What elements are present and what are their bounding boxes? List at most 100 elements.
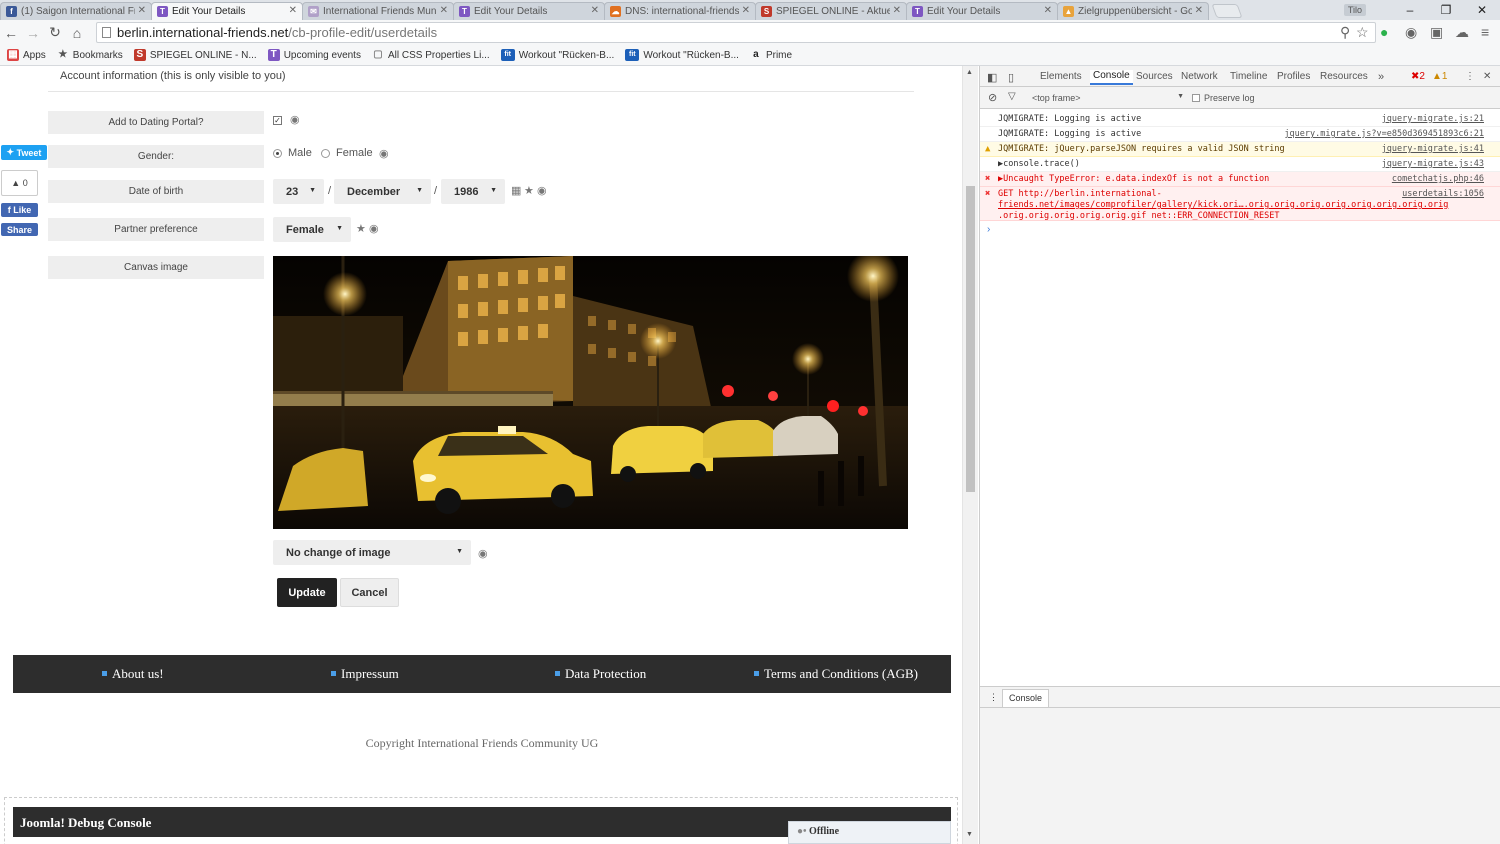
visibility-icon[interactable]: ◉ <box>369 222 379 235</box>
like-counter[interactable]: ▲ 0 <box>1 170 38 196</box>
close-tab-icon[interactable]: ✕ <box>289 5 297 16</box>
bookmark-star-icon[interactable]: ☆ <box>1356 24 1369 41</box>
console-source-link[interactable]: userdetails:1056 <box>1402 189 1484 200</box>
console-message[interactable]: JQMIGRATE: Logging is active jquery.migra… <box>980 127 1500 142</box>
bookmark-item[interactable]: ▢ All CSS Properties Li... <box>372 49 489 61</box>
bookmark-item[interactable]: S SPIEGEL ONLINE - N... <box>133 49 257 61</box>
devtools-tab-timeline[interactable]: Timeline <box>1230 71 1267 82</box>
scroll-up-icon[interactable]: ▲ <box>966 69 973 76</box>
dating-portal-checkbox[interactable]: ✓ <box>273 116 282 125</box>
footer-link-impressum[interactable]: Impressum <box>331 666 399 682</box>
extension-icon[interactable]: ▣ <box>1430 24 1443 41</box>
scrollbar-thumb[interactable] <box>966 186 975 492</box>
visibility-icon[interactable]: ◉ <box>537 184 547 197</box>
devtools-tab-sources[interactable]: Sources <box>1136 71 1173 82</box>
bookmark-item[interactable]: ▦ Apps <box>7 49 46 61</box>
close-tab-icon[interactable]: ✕ <box>591 5 599 16</box>
clear-console-icon[interactable]: ⊘ <box>988 91 997 104</box>
frame-select[interactable]: <top frame> ▼ <box>1032 93 1184 103</box>
new-tab-button[interactable] <box>1211 4 1243 18</box>
footer-link-data-protection[interactable]: Data Protection <box>555 666 646 682</box>
devtools-tab-profiles[interactable]: Profiles <box>1277 71 1310 82</box>
console-message[interactable]: ▲ JQMIGRATE: jQuery.parseJSON requires a … <box>980 142 1500 157</box>
console-message[interactable]: ✖ ▶Uncaught TypeError: e.data.indexOf is … <box>980 172 1500 187</box>
close-tab-icon[interactable]: ✕ <box>742 5 750 16</box>
browser-tab[interactable]: ▲ Zielgruppenübersicht - Go ✕ <box>1057 2 1209 20</box>
console-source-link[interactable]: cometchatjs.php:46 <box>1392 174 1484 185</box>
browser-tab[interactable]: f (1) Saigon International Fr ✕ <box>0 2 152 20</box>
facebook-share-button[interactable]: Share <box>1 223 38 236</box>
device-mode-icon[interactable]: ▯ <box>1008 71 1014 84</box>
extension-icon[interactable]: ● <box>1380 24 1388 40</box>
close-tab-icon[interactable]: ✕ <box>138 5 146 16</box>
gender-male-radio[interactable] <box>273 149 282 158</box>
chat-status-bar[interactable]: ●• Offline <box>788 821 951 844</box>
url-field[interactable]: berlin.international-friends.net/cb-prof… <box>96 22 1376 43</box>
partner-preference-select[interactable]: Female ▼ <box>273 217 351 242</box>
bookmark-item[interactable]: fit Workout "Rücken-B... <box>625 49 739 61</box>
forward-icon[interactable]: → <box>22 25 44 41</box>
visibility-icon[interactable]: ◉ <box>478 547 488 560</box>
dob-day-select[interactable]: 23 ▼ <box>273 179 324 204</box>
visibility-icon[interactable]: ◉ <box>290 113 300 126</box>
key-icon[interactable]: ⚲ <box>1340 24 1350 41</box>
console-source-link[interactable]: jquery.migrate.js?v=e850d369451893c6:21 <box>1284 129 1484 140</box>
dob-year-select[interactable]: 1986 ▼ <box>441 179 505 204</box>
page-scrollbar[interactable]: ▲ ▼ <box>962 66 978 844</box>
image-action-select[interactable]: No change of image ▼ <box>273 540 471 565</box>
scroll-down-icon[interactable]: ▼ <box>966 831 973 838</box>
console-prompt[interactable]: › <box>987 224 990 235</box>
tweet-button[interactable]: ✦ Tweet <box>1 145 47 160</box>
menu-icon[interactable]: ≡ <box>1481 24 1489 40</box>
profile-badge[interactable]: Tilo <box>1343 4 1366 16</box>
bookmark-item[interactable]: a Prime <box>750 49 792 61</box>
maximize-icon[interactable]: ❐ <box>1428 3 1464 17</box>
browser-tab[interactable]: T Edit Your Details ✕ <box>453 2 605 20</box>
console-source-link[interactable]: jquery-migrate.js:43 <box>1382 159 1484 170</box>
facebook-like-button[interactable]: f Like <box>1 203 38 217</box>
bookmark-item[interactable]: ★ Bookmarks <box>57 49 123 61</box>
update-button[interactable]: Update <box>277 578 337 607</box>
minimize-icon[interactable]: – <box>1392 3 1428 17</box>
more-tabs-icon[interactable]: » <box>1378 71 1384 83</box>
gender-female-radio[interactable] <box>321 149 330 158</box>
close-tab-icon[interactable]: ✕ <box>440 5 448 16</box>
devtools-tab-console[interactable]: Console <box>1090 70 1133 85</box>
visibility-icon[interactable]: ◉ <box>379 147 389 160</box>
browser-tab[interactable]: ✉ International Friends Mun ✕ <box>302 2 454 20</box>
browser-tab[interactable]: T Edit Your Details ✕ <box>906 2 1058 20</box>
close-window-icon[interactable]: ✕ <box>1464 3 1500 17</box>
console-message[interactable]: JQMIGRATE: Logging is active jquery-migra… <box>980 112 1500 127</box>
console-source-link[interactable]: jquery-migrate.js:41 <box>1382 144 1484 155</box>
close-tab-icon[interactable]: ✕ <box>1044 5 1052 16</box>
console-message-text[interactable]: friends.net/images/comprofiler/gallery/k… <box>998 200 1500 211</box>
inspect-icon[interactable]: ◧ <box>987 71 997 84</box>
adblock-icon[interactable]: ◉ <box>1405 24 1417 41</box>
cancel-button[interactable]: Cancel <box>340 578 399 607</box>
close-tab-icon[interactable]: ✕ <box>893 5 901 16</box>
cloud-icon[interactable]: ☁ <box>1455 24 1469 41</box>
drawer-tab-console[interactable]: Console <box>1002 689 1050 707</box>
devtools-close-icon[interactable]: ✕ <box>1483 71 1491 82</box>
bookmark-item[interactable]: T Upcoming events <box>267 49 361 61</box>
page-info-icon[interactable] <box>102 27 111 38</box>
filter-icon[interactable]: ▽ <box>1008 91 1016 102</box>
browser-tab[interactable]: S SPIEGEL ONLINE - Aktuelle ✕ <box>755 2 907 20</box>
devtools-tab-network[interactable]: Network <box>1181 71 1218 82</box>
error-count-badge[interactable]: ✖2 <box>1411 71 1425 82</box>
close-tab-icon[interactable]: ✕ <box>1195 5 1203 16</box>
devtools-tab-resources[interactable]: Resources <box>1320 71 1368 82</box>
home-icon[interactable]: ⌂ <box>66 25 88 41</box>
footer-link-about[interactable]: About us! <box>102 666 164 682</box>
console-source-link[interactable]: jquery-migrate.js:21 <box>1382 114 1484 125</box>
warning-count-badge[interactable]: ▲1 <box>1432 71 1447 82</box>
console-message[interactable]: ✖ GET http://berlin.international-userdet… <box>980 187 1500 221</box>
footer-link-terms[interactable]: Terms and Conditions (AGB) <box>754 666 918 682</box>
drawer-menu-icon[interactable]: ⋮ <box>989 692 998 703</box>
back-icon[interactable]: ← <box>0 25 22 41</box>
bookmark-item[interactable]: fit Workout "Rücken-B... <box>500 49 614 61</box>
preserve-log-checkbox[interactable] <box>1192 94 1200 102</box>
reload-icon[interactable]: ↻ <box>44 24 66 41</box>
devtools-menu-icon[interactable]: ⋮ <box>1465 71 1475 82</box>
browser-tab[interactable]: T Edit Your Details ✕ <box>151 2 303 20</box>
